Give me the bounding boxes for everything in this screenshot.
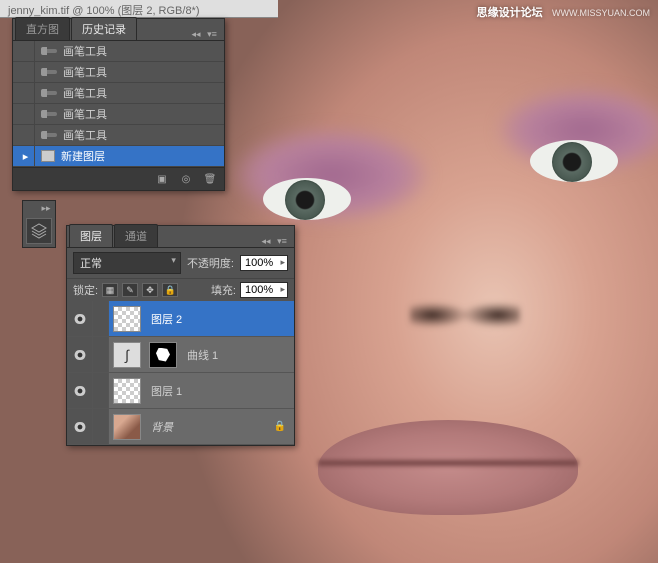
opacity-input[interactable]: 100% bbox=[240, 255, 288, 271]
layer-list: 图层 2 ∫ 曲线 1 图层 1 背景 🔒 bbox=[67, 301, 294, 445]
image-content bbox=[263, 178, 351, 220]
mask-thumbnail[interactable] bbox=[149, 342, 177, 368]
layer-thumbnail[interactable] bbox=[113, 414, 141, 440]
fill-input[interactable]: 100% bbox=[240, 282, 288, 298]
tab-history[interactable]: 历史记录 bbox=[71, 17, 137, 40]
dock-layers-icon[interactable] bbox=[26, 218, 52, 244]
document-title-bar: jenny_kim.tif @ 100% (图层 2, RGB/8*) bbox=[0, 0, 278, 18]
panel-collapse-icon[interactable]: ◂◂ bbox=[260, 235, 272, 247]
history-panel: 直方图 历史记录 ◂◂ ▾≡ 画笔工具 画笔工具 画笔工具 画笔工具 画笔工具 … bbox=[12, 18, 225, 191]
visibility-icon[interactable] bbox=[73, 386, 87, 396]
layer-name[interactable]: 曲线 1 bbox=[181, 347, 218, 363]
new-layer-icon bbox=[41, 150, 55, 162]
visibility-icon[interactable] bbox=[73, 314, 87, 324]
layer-row[interactable]: ∫ 曲线 1 bbox=[67, 337, 294, 373]
brush-icon bbox=[41, 45, 57, 57]
history-item[interactable]: 画笔工具 bbox=[13, 41, 224, 62]
blend-mode-dropdown[interactable]: 正常 bbox=[73, 252, 181, 274]
history-item-label: 画笔工具 bbox=[63, 64, 107, 80]
brush-icon bbox=[41, 66, 57, 78]
history-list: 画笔工具 画笔工具 画笔工具 画笔工具 画笔工具 ▸ 新建图层 bbox=[13, 41, 224, 167]
layer-thumbnail[interactable] bbox=[113, 306, 141, 332]
tab-channels[interactable]: 通道 bbox=[114, 224, 158, 247]
snapshot-icon[interactable]: ◎ bbox=[178, 172, 194, 186]
opacity-label: 不透明度: bbox=[187, 255, 234, 271]
link-column[interactable] bbox=[93, 409, 109, 444]
brush-icon bbox=[41, 129, 57, 141]
lock-position-icon[interactable]: ✥ bbox=[142, 283, 158, 297]
watermark-main: 思缘设计论坛 bbox=[477, 7, 543, 19]
blend-mode-row: 正常 不透明度: 100% bbox=[67, 248, 294, 278]
history-panel-tabs: 直方图 历史记录 ◂◂ ▾≡ bbox=[13, 19, 224, 41]
visibility-icon[interactable] bbox=[73, 350, 87, 360]
history-item[interactable]: 画笔工具 bbox=[13, 125, 224, 146]
lock-transparency-icon[interactable]: ▦ bbox=[102, 283, 118, 297]
watermark: 思缘设计论坛 WWW.MISSYUAN.COM bbox=[477, 4, 650, 20]
history-item[interactable]: 画笔工具 bbox=[13, 62, 224, 83]
history-item-label: 画笔工具 bbox=[63, 43, 107, 59]
lock-icon: 🔒 bbox=[274, 421, 286, 432]
tab-layers[interactable]: 图层 bbox=[69, 224, 113, 247]
panel-menu-icon[interactable]: ▾≡ bbox=[276, 235, 288, 247]
link-column[interactable] bbox=[93, 301, 109, 336]
layers-panel: 图层 通道 ◂◂ ▾≡ 正常 不透明度: 100% 锁定: ▦ ✎ ✥ 🔒 填充… bbox=[66, 225, 295, 446]
history-item[interactable]: 画笔工具 bbox=[13, 83, 224, 104]
image-content bbox=[530, 140, 618, 182]
history-footer: ▣ ◎ 🗑 bbox=[13, 167, 224, 190]
panel-menu-icon[interactable]: ▾≡ bbox=[206, 28, 218, 40]
fill-label: 填充: bbox=[211, 282, 236, 298]
image-content bbox=[318, 420, 578, 515]
collapsed-dock: ▸▸ bbox=[22, 200, 56, 248]
lock-label: 锁定: bbox=[73, 282, 98, 298]
lock-all-icon[interactable]: 🔒 bbox=[162, 283, 178, 297]
history-item-label: 新建图层 bbox=[61, 148, 105, 164]
layer-row[interactable]: 图层 1 bbox=[67, 373, 294, 409]
lock-pixels-icon[interactable]: ✎ bbox=[122, 283, 138, 297]
panel-collapse-icon[interactable]: ◂◂ bbox=[190, 28, 202, 40]
link-column[interactable] bbox=[93, 337, 109, 372]
image-content bbox=[410, 285, 520, 335]
lock-row: 锁定: ▦ ✎ ✥ 🔒 填充: 100% bbox=[67, 278, 294, 301]
layer-name[interactable]: 图层 1 bbox=[145, 383, 182, 399]
layer-row[interactable]: 背景 🔒 bbox=[67, 409, 294, 445]
tab-histogram[interactable]: 直方图 bbox=[15, 17, 70, 40]
history-marker-icon: ▸ bbox=[17, 146, 35, 166]
brush-icon bbox=[41, 87, 57, 99]
watermark-sub: WWW.MISSYUAN.COM bbox=[552, 8, 650, 18]
adjustment-thumbnail[interactable]: ∫ bbox=[113, 342, 141, 368]
link-column[interactable] bbox=[93, 373, 109, 408]
create-document-icon[interactable]: ▣ bbox=[154, 172, 170, 186]
layer-name[interactable]: 图层 2 bbox=[145, 311, 182, 327]
history-item[interactable]: ▸ 新建图层 bbox=[13, 146, 224, 167]
history-item-label: 画笔工具 bbox=[63, 127, 107, 143]
layers-panel-tabs: 图层 通道 ◂◂ ▾≡ bbox=[67, 226, 294, 248]
layer-name[interactable]: 背景 bbox=[145, 419, 173, 435]
layer-row[interactable]: 图层 2 bbox=[67, 301, 294, 337]
layer-thumbnail[interactable] bbox=[113, 378, 141, 404]
dock-expand-icon[interactable]: ▸▸ bbox=[40, 202, 52, 214]
history-item[interactable]: 画笔工具 bbox=[13, 104, 224, 125]
history-item-label: 画笔工具 bbox=[63, 85, 107, 101]
delete-icon[interactable]: 🗑 bbox=[202, 172, 218, 186]
visibility-icon[interactable] bbox=[73, 422, 87, 432]
history-item-label: 画笔工具 bbox=[63, 106, 107, 122]
brush-icon bbox=[41, 108, 57, 120]
